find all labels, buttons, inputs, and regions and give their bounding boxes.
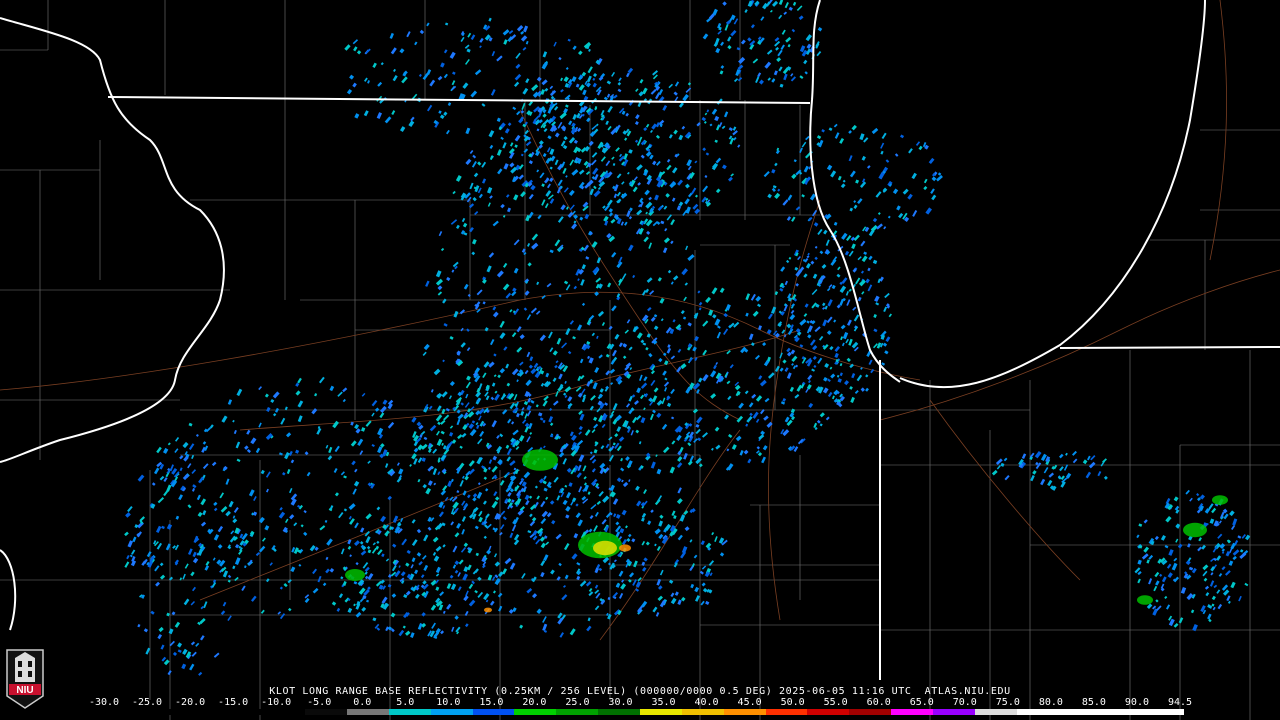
colorbar-swatch — [305, 709, 348, 715]
colorbar-swatch — [347, 709, 389, 715]
colorbar-tick: 10.0 — [436, 697, 461, 708]
colorbar-tick: 60.0 — [866, 697, 891, 708]
colorbar-swatch — [221, 709, 264, 715]
colorbar-tick: 65.0 — [909, 697, 934, 708]
colorbar-swatch — [96, 709, 138, 715]
colorbar-swatch — [765, 709, 808, 715]
colorbar-tick: 5.0 — [396, 697, 415, 708]
colorbar-tick: -10.0 — [261, 697, 292, 708]
colorbar-swatch — [1142, 709, 1184, 715]
colorbar-swatch — [932, 709, 975, 715]
colorbar-tick: 70.0 — [952, 697, 977, 708]
colorbar-swatch — [849, 709, 892, 715]
colorbar — [96, 709, 1184, 715]
colorbar-swatch — [430, 709, 473, 715]
colorbar-tick: 20.0 — [522, 697, 547, 708]
colorbar-tick: -15.0 — [218, 697, 249, 708]
colorbar-swatch — [681, 709, 724, 715]
echo-core — [345, 569, 365, 581]
colorbar-tick: -30.0 — [88, 697, 120, 708]
colorbar-tick: 30.0 — [608, 697, 633, 708]
colorbar-tick: 40.0 — [694, 697, 719, 708]
colorbar-swatch — [974, 709, 1017, 715]
niu-logo: NIU — [6, 649, 44, 709]
colorbar-tick: 85.0 — [1081, 697, 1106, 708]
echo-core — [1212, 495, 1228, 505]
logo-text: NIU — [16, 685, 33, 696]
colorbar-swatch — [1016, 709, 1059, 715]
colorbar-swatch — [556, 709, 599, 715]
colorbar-tick: 50.0 — [780, 697, 805, 708]
colorbar-tick: -25.0 — [131, 697, 163, 708]
radar-map — [0, 0, 1280, 720]
colorbar-swatch — [1058, 709, 1101, 715]
echo-core — [593, 540, 617, 556]
echo-core — [619, 544, 631, 552]
echo-core — [522, 449, 558, 471]
colorbar-swatch — [388, 709, 431, 715]
colorbar-tick: -5.0 — [307, 697, 332, 708]
product-caption: KLOT LONG RANGE BASE REFLECTIVITY (0.25K… — [269, 686, 1011, 697]
echo-core — [484, 607, 492, 613]
colorbar-swatch — [137, 709, 180, 715]
echo-core — [1183, 522, 1207, 538]
colorbar-tick: 55.0 — [823, 697, 848, 708]
colorbar-swatch — [514, 709, 557, 715]
colorbar-tick: 90.0 — [1124, 697, 1149, 708]
colorbar-tick: 35.0 — [651, 697, 676, 708]
colorbar-swatch — [472, 709, 515, 715]
colorbar-swatch — [723, 709, 766, 715]
colorbar-tick: 45.0 — [737, 697, 762, 708]
colorbar-swatch — [1100, 709, 1143, 715]
colorbar-tick: 15.0 — [479, 697, 504, 708]
colorbar-tick: -20.0 — [175, 697, 206, 708]
colorbar-swatch — [639, 709, 682, 715]
colorbar-tick: 0.0 — [353, 697, 372, 708]
colorbar-tick-labels: -30.0 -25.0 -20.0 -15.0 -10.0 -5.0 0.0 5.0 10.0 1… — [89, 697, 1192, 708]
colorbar-swatch — [598, 709, 640, 715]
colorbar-swatch — [807, 709, 850, 715]
colorbar-tick: 80.0 — [1038, 697, 1063, 708]
echo-core — [1137, 595, 1153, 605]
colorbar-tick: 25.0 — [565, 697, 590, 708]
colorbar-tick: 75.0 — [995, 697, 1020, 708]
colorbar-swatch — [179, 709, 222, 715]
colorbar-tick: 94.5 — [1167, 697, 1193, 708]
colorbar-swatch — [263, 709, 306, 715]
colorbar-swatch — [891, 709, 933, 715]
